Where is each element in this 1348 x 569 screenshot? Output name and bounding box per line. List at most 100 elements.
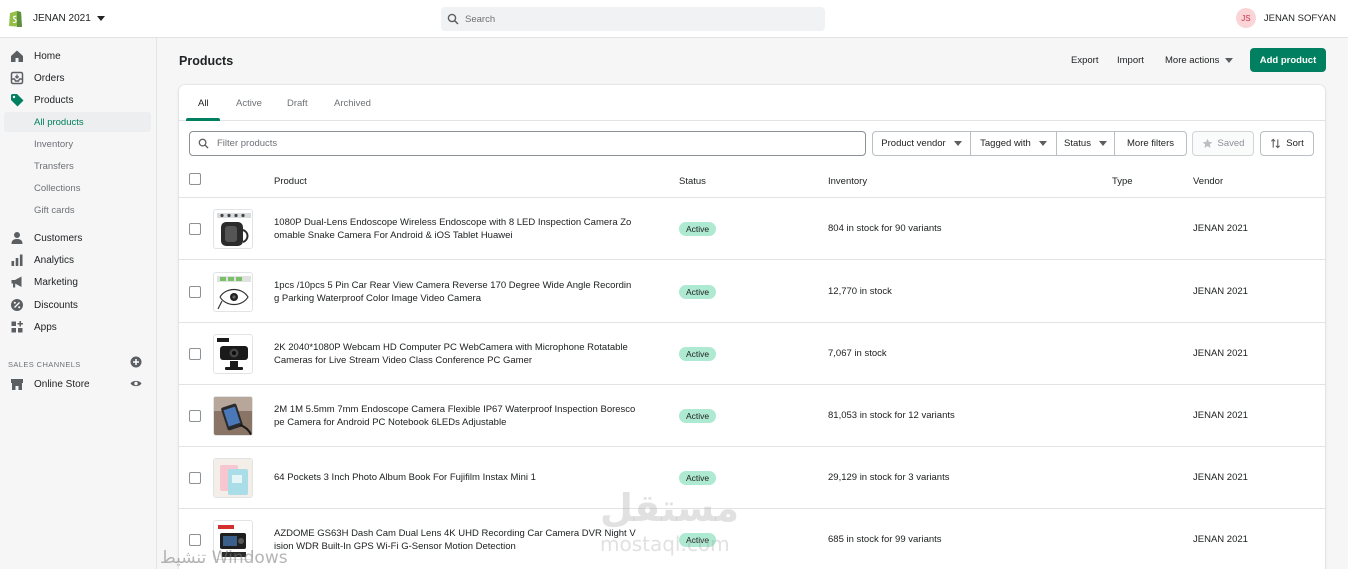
vendor-text: JENAN 2021: [1193, 223, 1248, 234]
status-badge: Active: [679, 409, 717, 423]
product-thumbnail[interactable]: [213, 334, 253, 374]
add-product-button[interactable]: Add product: [1250, 48, 1326, 72]
product-name[interactable]: 2K 2040*1080P Webcam HD Computer PC WebC…: [274, 341, 636, 367]
column-header-product[interactable]: Product: [274, 176, 307, 187]
sidebar-subitem-inventory[interactable]: Inventory: [0, 134, 157, 154]
column-header-type[interactable]: Type: [1112, 176, 1133, 187]
table-row[interactable]: 2K 2040*1080P Webcam HD Computer PC WebC…: [179, 323, 1325, 385]
eye-icon[interactable]: [130, 379, 142, 388]
row-checkbox[interactable]: [189, 286, 201, 298]
sidebar-item-home[interactable]: Home: [0, 46, 157, 66]
table-row[interactable]: AZDOME GS63H Dash Cam Dual Lens 4K UHD R…: [179, 509, 1325, 569]
discount-icon: [11, 299, 23, 311]
product-name[interactable]: 1pcs /10pcs 5 Pin Car Rear View Camera R…: [274, 279, 636, 305]
tab-draft[interactable]: Draft: [287, 98, 308, 109]
product-name[interactable]: AZDOME GS63H Dash Cam Dual Lens 4K UHD R…: [274, 527, 636, 553]
product-name[interactable]: 1080P Dual-Lens Endoscope Wireless Endos…: [274, 216, 636, 242]
tagged-with-filter[interactable]: Tagged with: [970, 131, 1057, 156]
sidebar-subitem-transfers[interactable]: Transfers: [0, 156, 157, 176]
status-filter[interactable]: Status: [1056, 131, 1115, 156]
sidebar-item-online-store[interactable]: Online Store: [0, 374, 157, 394]
store-name: JENAN 2021: [33, 13, 91, 24]
product-thumbnail[interactable]: [213, 209, 253, 249]
shopify-logo[interactable]: [8, 9, 23, 28]
sort-button[interactable]: Sort: [1260, 131, 1314, 156]
caret-down-icon: [1225, 58, 1234, 63]
row-checkbox[interactable]: [189, 534, 201, 546]
filter-products-input[interactable]: Filter products: [189, 131, 866, 156]
table-row[interactable]: 1080P Dual-Lens Endoscope Wireless Endos…: [179, 198, 1325, 260]
status-badge: Active: [679, 347, 717, 361]
column-header-inventory[interactable]: Inventory: [828, 176, 867, 187]
product-name[interactable]: 64 Pockets 3 Inch Photo Album Book For F…: [274, 471, 636, 484]
select-all-checkbox[interactable]: [189, 173, 201, 185]
export-button[interactable]: Export: [1071, 55, 1098, 66]
add-channel-button[interactable]: [130, 356, 142, 368]
sidebar-item-customers[interactable]: Customers: [0, 228, 157, 248]
more-filters-button[interactable]: More filters: [1114, 131, 1187, 156]
user-menu[interactable]: JS JENAN SOFYAN: [1235, 8, 1336, 28]
import-button[interactable]: Import: [1117, 55, 1144, 66]
product-vendor-filter[interactable]: Product vendor: [872, 131, 971, 156]
apps-icon: [11, 321, 23, 333]
sidebar-subitem-gift-cards[interactable]: Gift cards: [0, 200, 157, 220]
caret-down-icon: [96, 16, 105, 21]
product-thumbnail[interactable]: [213, 458, 253, 498]
tag-icon: [11, 94, 24, 107]
caret-down-icon: [1098, 141, 1107, 146]
row-checkbox[interactable]: [189, 223, 201, 235]
user-name: JENAN SOFYAN: [1263, 12, 1336, 24]
page-title: Products: [179, 54, 234, 68]
photo-album-image: [214, 459, 252, 497]
column-header-vendor[interactable]: Vendor: [1193, 176, 1223, 187]
sort-label: Sort: [1286, 138, 1304, 149]
tab-all[interactable]: All: [198, 98, 209, 109]
active-tab-indicator: [186, 118, 220, 121]
sidebar-item-orders[interactable]: Orders: [0, 68, 157, 88]
sidebar-item-marketing[interactable]: Marketing: [0, 272, 157, 292]
sidebar-subitem-collections[interactable]: Collections: [0, 178, 157, 198]
row-checkbox[interactable]: [189, 472, 201, 484]
inventory-text: 685 in stock for 99 variants: [828, 534, 942, 545]
sidebar-item-analytics[interactable]: Analytics: [0, 250, 157, 270]
search-icon: [447, 13, 459, 25]
sidebar: Home Orders Products All products Invent…: [0, 38, 157, 569]
row-checkbox[interactable]: [189, 410, 201, 422]
endoscope-image: [217, 213, 251, 246]
table-row[interactable]: 64 Pockets 3 Inch Photo Album Book For F…: [179, 447, 1325, 509]
rear-camera-image: [217, 276, 251, 310]
status-badge: Active: [679, 533, 717, 547]
saved-button[interactable]: Saved: [1192, 131, 1254, 156]
more-actions-button[interactable]: More actions: [1165, 55, 1234, 66]
sidebar-item-products[interactable]: Products: [0, 90, 157, 110]
product-thumbnail[interactable]: [213, 272, 253, 312]
vendor-text: JENAN 2021: [1193, 534, 1248, 545]
inventory-text: 81,053 in stock for 12 variants: [828, 410, 955, 421]
table-row[interactable]: 2M 1M 5.5mm 7mm Endoscope Camera Flexibl…: [179, 385, 1325, 447]
top-bar: JENAN 2021 Search JS JENAN SOFYAN: [0, 0, 1348, 38]
inventory-text: 12,770 in stock: [828, 286, 892, 297]
more-filters-label: More filters: [1127, 138, 1174, 149]
column-header-status[interactable]: Status: [679, 176, 706, 187]
person-icon: [11, 232, 23, 244]
bar-chart-icon: [11, 254, 23, 266]
sort-icon: [1271, 138, 1281, 149]
table-row[interactable]: 1pcs /10pcs 5 Pin Car Rear View Camera R…: [179, 261, 1325, 323]
sales-channels-heading: SALES CHANNELS: [8, 360, 81, 369]
tab-active[interactable]: Active: [236, 98, 262, 109]
sidebar-item-apps[interactable]: Apps: [0, 317, 157, 337]
sidebar-item-discounts[interactable]: Discounts: [0, 295, 157, 315]
row-checkbox[interactable]: [189, 348, 201, 360]
tab-archived[interactable]: Archived: [334, 98, 371, 109]
product-thumbnail[interactable]: [213, 396, 253, 436]
status-badge: Active: [679, 285, 717, 299]
product-thumbnail[interactable]: [213, 520, 253, 560]
store-switcher[interactable]: JENAN 2021: [33, 13, 105, 24]
sidebar-subitem-all-products[interactable]: All products: [4, 112, 151, 132]
search-input[interactable]: Search: [441, 7, 825, 31]
product-name[interactable]: 2M 1M 5.5mm 7mm Endoscope Camera Flexibl…: [274, 403, 636, 429]
caret-down-icon: [953, 141, 962, 146]
tab-bar: All Active Draft Archived: [179, 85, 1325, 121]
saved-label: Saved: [1217, 138, 1245, 149]
avatar: JS: [1235, 8, 1256, 28]
